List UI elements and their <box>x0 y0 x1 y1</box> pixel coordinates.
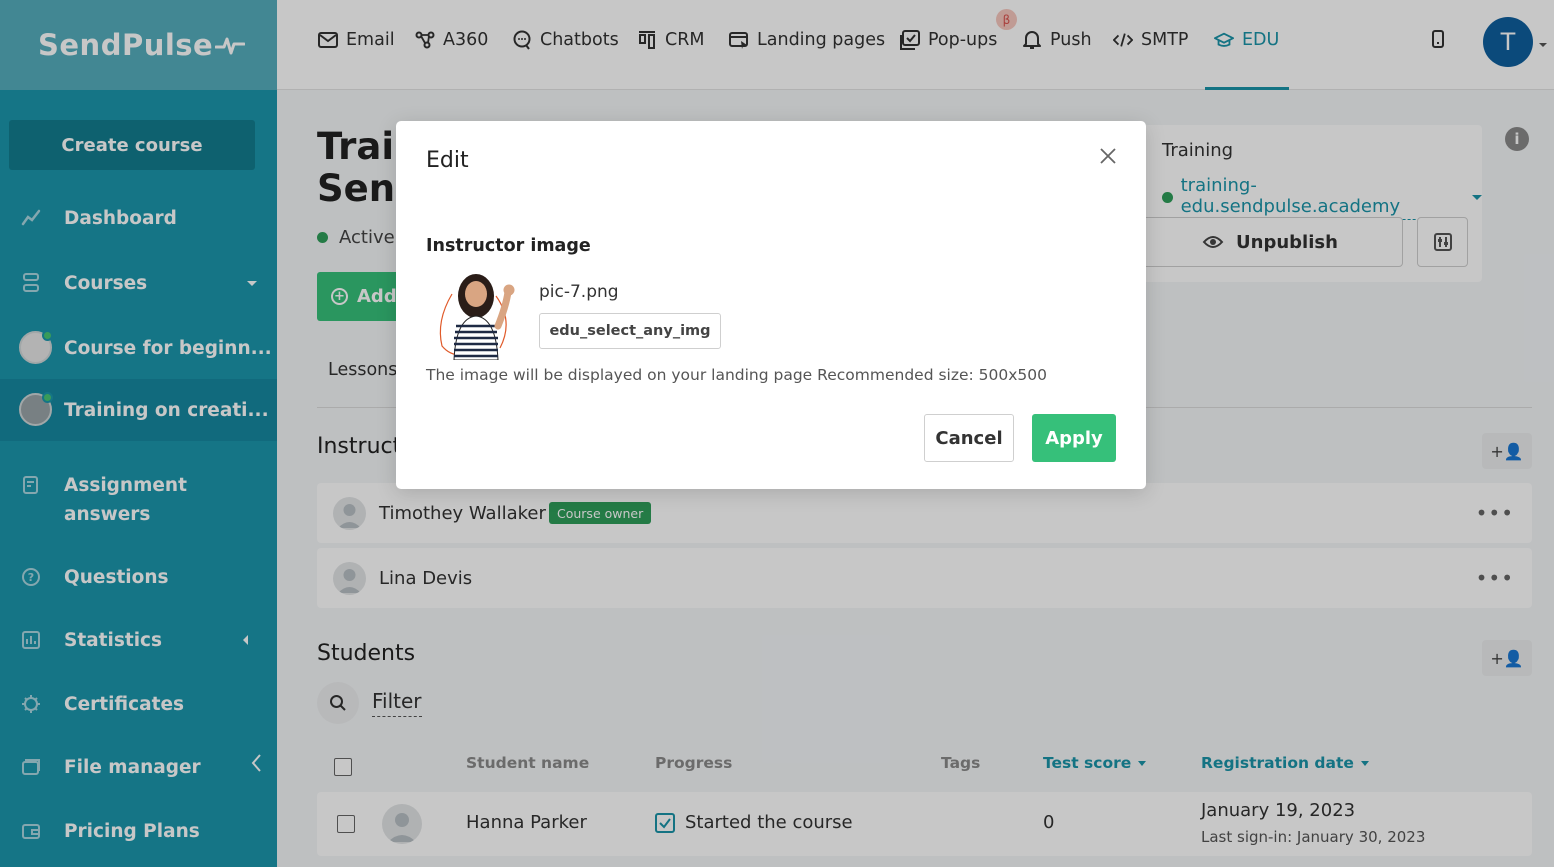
close-icon[interactable] <box>1098 146 1118 166</box>
dialog-title: Edit <box>426 148 469 173</box>
apply-button[interactable]: Apply <box>1032 414 1116 462</box>
cancel-button[interactable]: Cancel <box>924 414 1014 462</box>
edit-dialog: Edit Instructor image pic-7.png edu_sele… <box>396 121 1146 489</box>
instructor-image-label: Instructor image <box>426 236 591 256</box>
image-hint: The image will be displayed on your land… <box>426 366 1047 384</box>
instructor-image-thumbnail <box>439 274 515 360</box>
file-name: pic-7.png <box>539 282 619 302</box>
select-image-button[interactable]: edu_select_any_img <box>539 313 721 349</box>
